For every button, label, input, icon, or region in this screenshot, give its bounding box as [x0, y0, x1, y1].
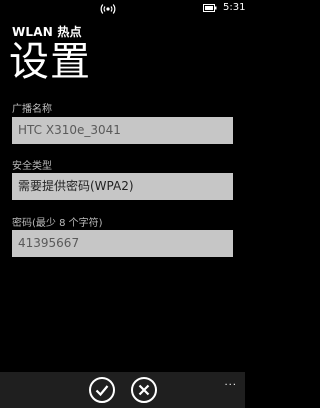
check-icon[interactable] — [88, 376, 116, 404]
more-menu-button[interactable]: ... — [224, 377, 237, 388]
security-type-select[interactable]: 需要提供密码(WPA2) — [12, 173, 233, 200]
security-type-label: 安全类型 — [12, 161, 52, 172]
app-title: WLAN 热点 — [12, 25, 82, 39]
password-label: 密码(最少 8 个字符) — [12, 218, 103, 229]
wifi-icon — [100, 4, 116, 14]
password-input[interactable]: 41395667 — [12, 230, 233, 257]
battery-icon — [203, 4, 217, 12]
status-clock: 5:31 — [223, 2, 246, 13]
broadcast-name-input[interactable]: HTC X310e_3041 — [12, 117, 233, 144]
page-title: 设置 — [9, 39, 91, 85]
status-bar: 5:31 — [0, 0, 245, 16]
close-icon[interactable] — [130, 376, 158, 404]
broadcast-name-label: 广播名称 — [12, 104, 52, 115]
app-bar: ... — [0, 372, 245, 408]
